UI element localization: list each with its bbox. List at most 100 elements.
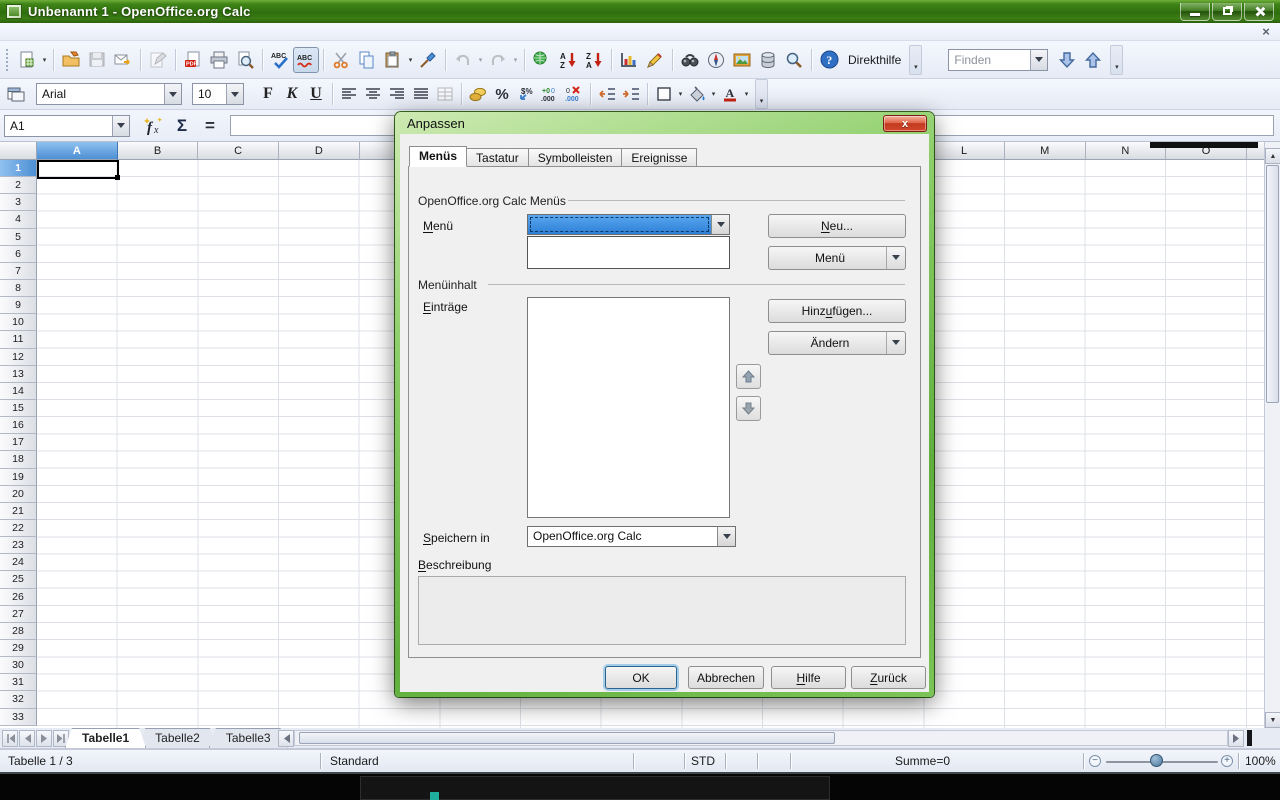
formatting-toolbar-options-button[interactable]: ▾: [755, 79, 768, 109]
row-header[interactable]: 14: [0, 383, 37, 400]
show-draw-functions-button[interactable]: [642, 47, 668, 73]
copy-button[interactable]: [354, 47, 380, 73]
number-format-standard-button[interactable]: $%: [514, 82, 538, 106]
cut-button[interactable]: [328, 47, 354, 73]
export-pdf-button[interactable]: PDF: [180, 47, 206, 73]
paste-dropdown[interactable]: ▾: [406, 47, 415, 73]
insert-chart-button[interactable]: [616, 47, 642, 73]
font-size-dropdown[interactable]: [226, 84, 243, 104]
next-sheet-button[interactable]: [36, 730, 52, 747]
align-right-button[interactable]: [385, 82, 409, 106]
find-dropdown[interactable]: [1030, 50, 1047, 70]
zoom-in-button[interactable]: +: [1221, 755, 1233, 767]
menu-combobox-dropdown[interactable]: [711, 215, 729, 234]
find-toolbar-options-button[interactable]: ▾: [1110, 45, 1123, 75]
minimize-button[interactable]: [1180, 3, 1210, 21]
row-header[interactable]: 24: [0, 554, 37, 571]
row-header[interactable]: 9: [0, 297, 37, 314]
undo-button[interactable]: [450, 47, 476, 73]
row-header[interactable]: 19: [0, 469, 37, 486]
function-wizard-button[interactable]: fx: [140, 114, 168, 138]
scroll-down-button[interactable]: ▼: [1265, 712, 1280, 728]
dialog-close-button[interactable]: x: [883, 115, 927, 132]
vertical-scroll-thumb[interactable]: [1266, 165, 1279, 403]
row-header[interactable]: 2: [0, 177, 37, 194]
horizontal-scroll-thumb[interactable]: [299, 732, 835, 744]
row-header[interactable]: 23: [0, 537, 37, 554]
help-button[interactable]: ?: [816, 47, 842, 73]
sheet-tab-tabelle1[interactable]: Tabelle1: [65, 728, 146, 748]
row-header[interactable]: 22: [0, 520, 37, 537]
sort-descending-button[interactable]: ZA: [581, 47, 607, 73]
row-header[interactable]: 28: [0, 623, 37, 640]
navigator-button[interactable]: [703, 47, 729, 73]
row-header[interactable]: 8: [0, 280, 37, 297]
help-dialog-button[interactable]: Hilfe: [771, 666, 846, 689]
toolbar-options-button[interactable]: ▾: [909, 45, 922, 75]
find-previous-button[interactable]: [1080, 47, 1106, 73]
styles-window-button[interactable]: [4, 82, 28, 106]
row-header[interactable]: 31: [0, 674, 37, 691]
row-header[interactable]: 15: [0, 400, 37, 417]
auto-spellcheck-button[interactable]: ABC: [293, 47, 319, 73]
tab-tastatur[interactable]: Tastatur: [467, 148, 529, 167]
name-box-dropdown[interactable]: [112, 116, 129, 136]
column-header[interactable]: C: [198, 142, 279, 160]
save-in-combobox[interactable]: OpenOffice.org Calc: [527, 526, 736, 547]
align-justify-button[interactable]: [409, 82, 433, 106]
align-left-button[interactable]: [337, 82, 361, 106]
active-cell-selection[interactable]: [37, 160, 119, 179]
redo-dropdown[interactable]: ▾: [511, 47, 520, 73]
row-header[interactable]: 7: [0, 263, 37, 280]
row-header[interactable]: 32: [0, 691, 37, 708]
previous-sheet-button[interactable]: [19, 730, 35, 747]
background-color-button[interactable]: [685, 82, 709, 106]
row-header[interactable]: 16: [0, 417, 37, 434]
data-sources-button[interactable]: [755, 47, 781, 73]
first-sheet-button[interactable]: [2, 730, 18, 747]
horizontal-split-handle[interactable]: [1247, 730, 1252, 746]
row-header[interactable]: 12: [0, 349, 37, 366]
row-header[interactable]: 4: [0, 211, 37, 228]
modify-button[interactable]: Ändern: [768, 331, 906, 355]
row-header[interactable]: 33: [0, 709, 37, 726]
merge-cells-button[interactable]: [433, 82, 457, 106]
help-label[interactable]: Direkthilfe: [848, 53, 901, 67]
page-style[interactable]: Standard: [330, 754, 379, 768]
reset-button[interactable]: Zurück: [851, 666, 926, 689]
find-and-replace-button[interactable]: [677, 47, 703, 73]
modify-dropdown[interactable]: [886, 332, 905, 354]
font-color-button[interactable]: A: [718, 82, 742, 106]
background-color-dropdown[interactable]: ▾: [709, 81, 718, 107]
row-header[interactable]: 5: [0, 229, 37, 246]
borders-button[interactable]: [652, 82, 676, 106]
column-header[interactable]: L: [924, 142, 1005, 160]
row-header[interactable]: 20: [0, 486, 37, 503]
save-in-dropdown[interactable]: [717, 527, 735, 546]
row-header[interactable]: 10: [0, 314, 37, 331]
move-up-button[interactable]: [736, 364, 761, 389]
column-header[interactable]: M: [1005, 142, 1086, 160]
find-next-button[interactable]: [1054, 47, 1080, 73]
close-button[interactable]: [1244, 3, 1274, 21]
font-name-dropdown[interactable]: [164, 84, 181, 104]
restore-button[interactable]: [1212, 3, 1242, 21]
underline-button[interactable]: U: [304, 82, 328, 106]
split-handle[interactable]: [1150, 142, 1258, 148]
entries-listbox[interactable]: [527, 297, 730, 518]
decrease-indent-button[interactable]: [595, 82, 619, 106]
scroll-up-button[interactable]: ▲: [1265, 148, 1280, 164]
zoom-slider-handle[interactable]: [1150, 754, 1163, 767]
row-header[interactable]: 6: [0, 246, 37, 263]
row-header[interactable]: 30: [0, 657, 37, 674]
vertical-scrollbar[interactable]: ▲ ▼: [1264, 142, 1280, 728]
undo-dropdown[interactable]: ▾: [476, 47, 485, 73]
menu-actions-button[interactable]: Menü: [768, 246, 906, 270]
add-button[interactable]: Hinzufügen...: [768, 299, 906, 323]
redo-button[interactable]: [485, 47, 511, 73]
selection-sum[interactable]: Summe=0: [895, 754, 950, 768]
row-header[interactable]: 18: [0, 451, 37, 468]
borders-dropdown[interactable]: ▾: [676, 81, 685, 107]
number-format-percent-button[interactable]: %: [490, 82, 514, 106]
column-header[interactable]: A: [37, 142, 118, 160]
